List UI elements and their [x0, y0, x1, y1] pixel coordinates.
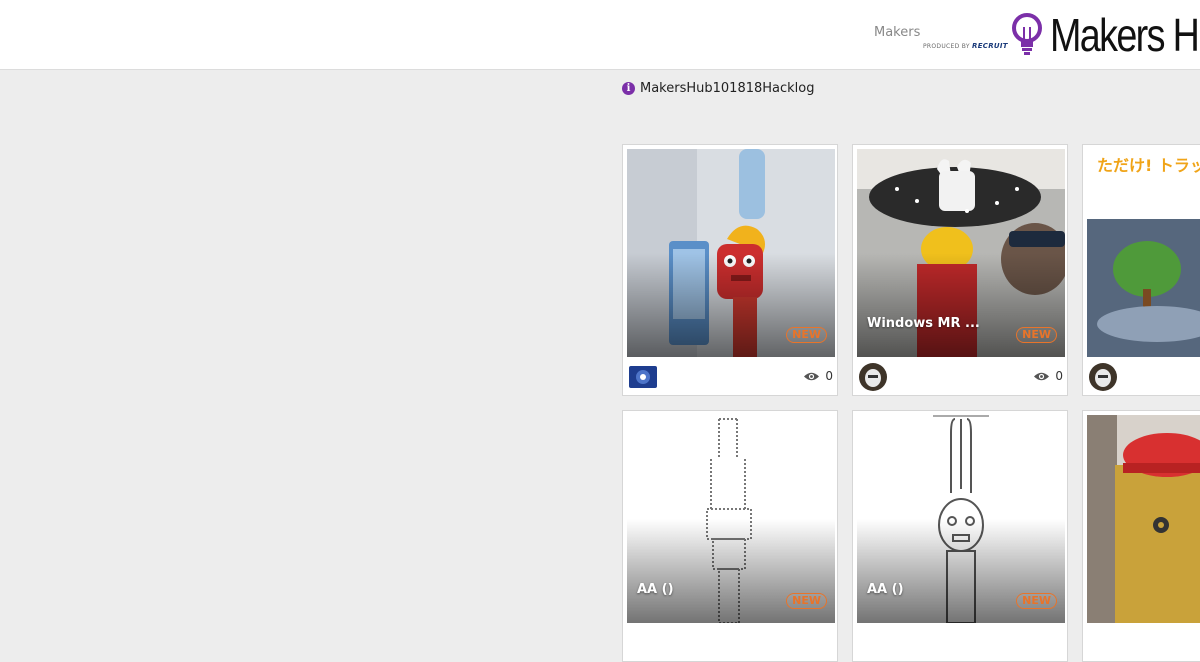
eye-icon [804, 372, 820, 380]
produced-by-label: PRODUCED BY RECRUIT [923, 42, 1008, 50]
nav-link-makers[interactable]: Makers [874, 25, 920, 40]
avatar[interactable] [859, 363, 887, 391]
eye-icon [1034, 372, 1050, 380]
recruit-brand: RECRUIT [972, 42, 1008, 50]
notice-line: i MakersHub101818Hacklog [622, 81, 815, 96]
notice-text: MakersHub101818Hacklog [640, 81, 815, 96]
thumbnail-text: ただけ! トラッピー [1097, 156, 1200, 175]
card-thumbnail[interactable]: AA () NEW [627, 415, 835, 623]
thumbnail-image [1087, 415, 1200, 623]
card-thumbnail[interactable]: AA () NEW [857, 415, 1065, 623]
view-count-value: 0 [1055, 369, 1063, 383]
logo-wordmark: Makers H [1050, 9, 1200, 61]
card-thumbnail[interactable]: ただけ! トラッピー [1087, 149, 1200, 357]
card-title: Windows MR ... [867, 316, 980, 331]
produced-by-text: PRODUCED BY [923, 43, 970, 50]
avatar[interactable] [629, 366, 657, 388]
avatar-image [859, 363, 887, 391]
card-footer: 0 [857, 361, 1065, 393]
avatar[interactable] [1089, 363, 1117, 391]
project-card[interactable]: AA () NEW [622, 410, 838, 662]
project-card[interactable]: NEW 0 [622, 144, 838, 396]
avatar-image [629, 366, 657, 388]
avatar-image [1089, 363, 1117, 391]
view-count: 0 [1033, 369, 1063, 383]
card-title: AA () [867, 582, 904, 597]
new-badge: NEW [1016, 593, 1057, 609]
new-badge: NEW [786, 593, 827, 609]
thumbnail-image: ただけ! トラッピー [1087, 149, 1200, 357]
new-badge: NEW [1016, 327, 1057, 343]
top-header: Makers PRODUCED BY RECRUIT Makers H [0, 0, 1200, 70]
view-count-value: 0 [825, 369, 833, 383]
card-footer: 0 [627, 361, 835, 393]
project-card[interactable]: AA () NEW [852, 410, 1068, 662]
view-count: 0 [803, 369, 833, 383]
new-badge: NEW [786, 327, 827, 343]
card-thumbnail[interactable]: NEW [627, 149, 835, 357]
project-card[interactable]: Windows MR ... NEW 0 [852, 144, 1068, 396]
card-title: AA () [637, 582, 674, 597]
card-thumbnail[interactable] [1087, 415, 1200, 623]
info-icon: i [622, 82, 635, 95]
lightbulb-icon [1012, 13, 1042, 55]
project-card[interactable]: ただけ! トラッピー [1082, 144, 1200, 396]
card-footer [1087, 361, 1200, 393]
card-thumbnail[interactable]: Windows MR ... NEW [857, 149, 1065, 357]
project-card[interactable] [1082, 410, 1200, 662]
